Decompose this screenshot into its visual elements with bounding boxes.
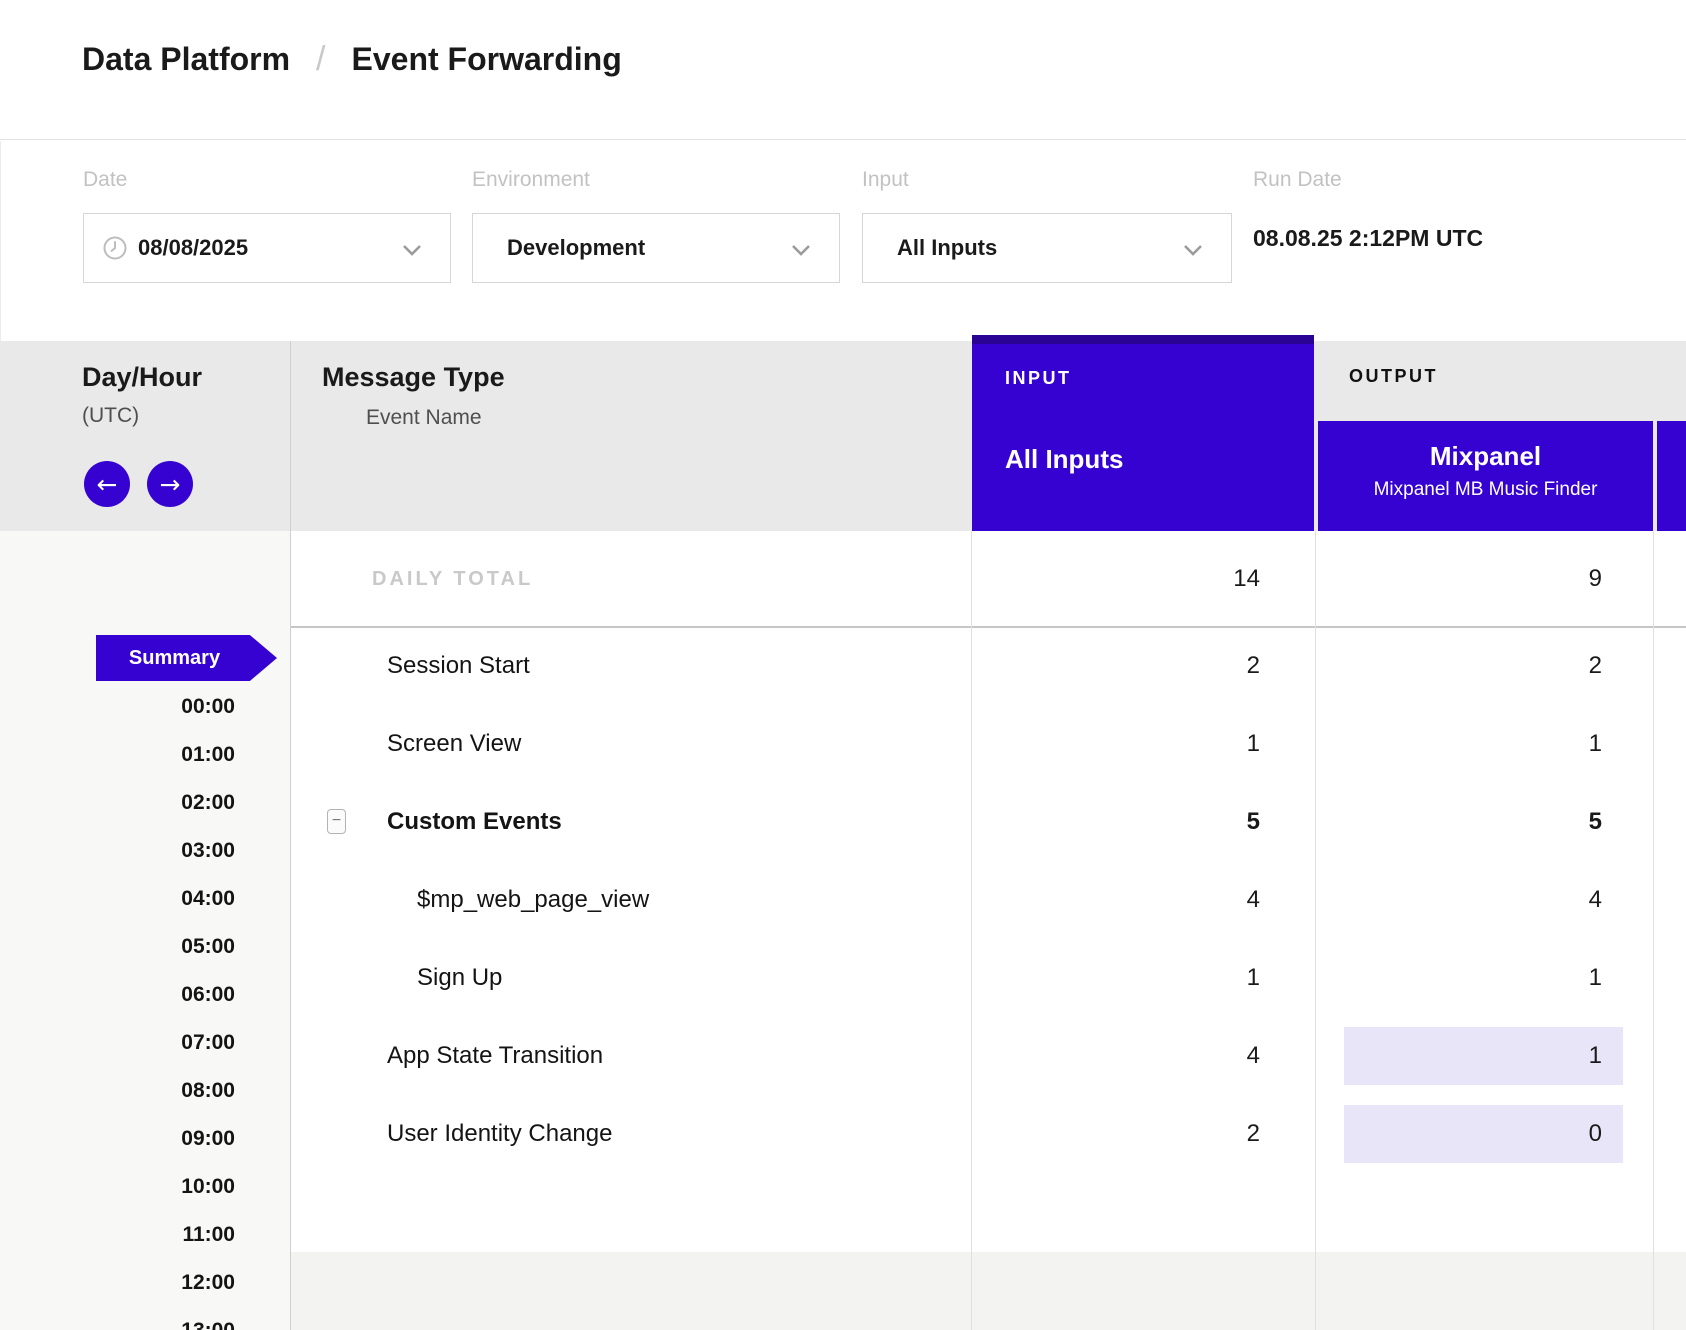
row-label: Screen View bbox=[387, 705, 521, 783]
date-value: 08/08/2025 bbox=[138, 235, 248, 261]
message-type-title: Message Type bbox=[322, 362, 505, 393]
output-name: Mixpanel bbox=[1318, 441, 1653, 472]
arrow-right-icon: → bbox=[160, 472, 181, 497]
environment-value: Development bbox=[507, 235, 645, 261]
output-header-label: OUTPUT bbox=[1349, 366, 1438, 387]
input-label: Input bbox=[862, 168, 909, 192]
row-label: Sign Up bbox=[417, 939, 502, 1017]
hour-12[interactable]: 12:00 bbox=[85, 1259, 235, 1307]
date-label: Date bbox=[83, 168, 127, 192]
page-title: Event Forwarding bbox=[352, 41, 622, 78]
row-input-value: 4 bbox=[1247, 861, 1260, 939]
table-row-user-identity-change: User Identity Change 2 0 bbox=[0, 1095, 1686, 1173]
row-input-value: 1 bbox=[1247, 939, 1260, 1017]
column-divider bbox=[1315, 531, 1316, 1330]
input-header-accent-strip bbox=[972, 335, 1314, 344]
chevron-down-icon bbox=[791, 244, 811, 256]
output-connection-name: Mixpanel MB Music Finder bbox=[1318, 479, 1653, 501]
output-column-header-mixpanel[interactable]: Mixpanel Mixpanel MB Music Finder bbox=[1318, 421, 1653, 531]
run-date-label: Run Date bbox=[1253, 168, 1342, 192]
next-output-column-partial[interactable] bbox=[1657, 421, 1686, 531]
environment-dropdown[interactable]: Development bbox=[472, 213, 840, 283]
row-output-value: 1 bbox=[1589, 939, 1602, 1017]
table-row-app-state-transition: App State Transition 4 1 bbox=[0, 1017, 1686, 1095]
breadcrumb: Data Platform / Event Forwarding bbox=[82, 40, 622, 79]
date-dropdown[interactable]: 08/08/2025 bbox=[83, 213, 451, 283]
row-input-value: 2 bbox=[1247, 627, 1260, 705]
row-input-value: 4 bbox=[1247, 1017, 1260, 1095]
next-day-button[interactable]: → bbox=[147, 461, 193, 507]
row-label: User Identity Change bbox=[387, 1095, 612, 1173]
input-column-header[interactable]: INPUT All Inputs bbox=[972, 344, 1314, 531]
table-row-mp-web-page-view: $mp_web_page_view 4 4 bbox=[0, 861, 1686, 939]
highlighted-cell bbox=[1344, 1105, 1623, 1163]
hour-13[interactable]: 13:00 bbox=[85, 1307, 235, 1330]
row-input-value: 5 bbox=[1247, 783, 1260, 861]
daily-total-output-value: 9 bbox=[1589, 531, 1602, 627]
row-label: App State Transition bbox=[387, 1017, 603, 1095]
row-output-value: 1 bbox=[1589, 705, 1602, 783]
row-input-value: 1 bbox=[1247, 705, 1260, 783]
row-label: $mp_web_page_view bbox=[417, 861, 649, 939]
day-hour-timezone: (UTC) bbox=[82, 404, 139, 428]
row-output-value: 1 bbox=[1589, 1017, 1602, 1095]
input-value: All Inputs bbox=[897, 235, 997, 261]
filter-bar: Date Environment Input Run Date 08/08/20… bbox=[0, 141, 1686, 341]
table-row-session-start: Session Start 2 2 bbox=[0, 627, 1686, 705]
arrow-left-icon: ← bbox=[97, 472, 118, 497]
column-divider bbox=[290, 341, 291, 1330]
column-divider bbox=[971, 531, 972, 1330]
input-dropdown[interactable]: All Inputs bbox=[862, 213, 1232, 283]
environment-label: Environment bbox=[472, 168, 590, 192]
event-forwarding-screen: Data Platform / Event Forwarding Date En… bbox=[0, 0, 1686, 1330]
highlighted-cell bbox=[1344, 1027, 1623, 1085]
day-hour-title: Day/Hour bbox=[82, 362, 202, 393]
row-label: Session Start bbox=[387, 627, 530, 705]
collapse-minus-icon[interactable]: − bbox=[327, 809, 346, 834]
row-output-value: 0 bbox=[1589, 1095, 1602, 1173]
event-name-subtitle: Event Name bbox=[366, 406, 482, 430]
daily-total-input-value: 14 bbox=[1233, 531, 1260, 627]
breadcrumb-section[interactable]: Data Platform bbox=[82, 41, 290, 78]
table-row-sign-up: Sign Up 1 1 bbox=[0, 939, 1686, 1017]
prev-day-button[interactable]: ← bbox=[84, 461, 130, 507]
daily-total-label: DAILY TOTAL bbox=[372, 531, 533, 627]
row-output-value: 5 bbox=[1589, 783, 1602, 861]
input-header-label: INPUT bbox=[1005, 368, 1072, 389]
row-output-value: 2 bbox=[1589, 627, 1602, 705]
chevron-down-icon bbox=[1183, 244, 1203, 256]
table-footer-background bbox=[291, 1252, 1686, 1330]
hour-11[interactable]: 11:00 bbox=[85, 1211, 235, 1259]
breadcrumb-separator: / bbox=[316, 40, 325, 79]
chevron-down-icon bbox=[402, 244, 422, 256]
table-row-screen-view: Screen View 1 1 bbox=[0, 705, 1686, 783]
table-row-custom-events: − Custom Events 5 5 bbox=[0, 783, 1686, 861]
column-divider bbox=[1653, 531, 1654, 1330]
run-date-value: 08.08.25 2:12PM UTC bbox=[1253, 225, 1483, 252]
top-bar: Data Platform / Event Forwarding bbox=[0, 0, 1686, 140]
row-output-value: 4 bbox=[1589, 861, 1602, 939]
clock-icon bbox=[102, 235, 128, 261]
row-input-value: 2 bbox=[1247, 1095, 1260, 1173]
daily-total-row: DAILY TOTAL 14 9 bbox=[0, 531, 1686, 627]
input-header-value: All Inputs bbox=[1005, 444, 1123, 475]
row-label: Custom Events bbox=[387, 783, 562, 861]
